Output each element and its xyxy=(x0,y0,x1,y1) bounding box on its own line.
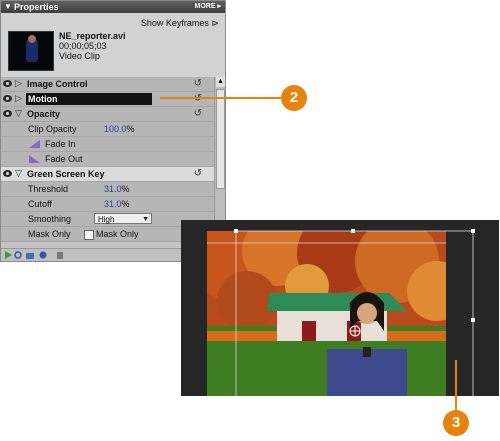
folder-icon[interactable] xyxy=(26,251,34,259)
clip-thumbnail xyxy=(8,31,54,71)
clip-opacity-value[interactable]: 100.0% xyxy=(104,124,135,134)
reset-icon[interactable]: ↺ xyxy=(194,168,202,179)
effect-label: Opacity xyxy=(27,109,61,119)
visibility-eye-icon[interactable] xyxy=(3,170,12,177)
param-label: Clip Opacity xyxy=(28,124,77,134)
expand-triangle-icon[interactable]: ▷ xyxy=(15,93,22,104)
reset-all-icon[interactable] xyxy=(39,251,47,259)
fade-in-button[interactable]: Fade In xyxy=(1,137,214,152)
threshold-value[interactable]: 31.0% xyxy=(104,184,130,194)
effect-label: Green Screen Key xyxy=(27,169,105,179)
param-label: Mask Only xyxy=(28,229,71,239)
clip-timecode: 00;00;05;03 xyxy=(59,41,107,51)
chevron-right-icon: ⊳ xyxy=(211,18,219,28)
effect-label: Image Control xyxy=(27,79,88,89)
callout-line-3 xyxy=(455,360,457,412)
loop-icon[interactable] xyxy=(14,251,22,259)
clip-info: NE_reporter.avi 00;00;05;03 Video Clip xyxy=(59,31,126,61)
effect-row-motion[interactable]: ▷ Motion ↺ xyxy=(1,92,214,107)
fade-out-label: Fade Out xyxy=(45,154,83,164)
trash-icon[interactable] xyxy=(56,251,64,259)
reset-icon[interactable]: ↺ xyxy=(194,78,202,89)
effect-row-image-control[interactable]: ▷ Image Control ↺ xyxy=(1,77,214,92)
reset-icon[interactable]: ↺ xyxy=(194,108,202,119)
smoothing-dropdown[interactable]: High ▼ xyxy=(94,213,152,224)
fade-out-icon xyxy=(29,155,40,163)
clip-header: Show Keyframes ⊳ NE_reporter.avi 00;00;0… xyxy=(1,13,225,77)
visibility-eye-icon[interactable] xyxy=(3,95,12,102)
scroll-up-arrow-icon[interactable]: ▲ xyxy=(216,77,225,87)
more-button[interactable]: MORE ▸ xyxy=(195,1,221,13)
fade-in-label: Fade In xyxy=(45,139,76,149)
visibility-eye-icon[interactable] xyxy=(3,80,12,87)
fade-in-icon xyxy=(29,140,40,148)
fade-out-button[interactable]: Fade Out xyxy=(1,152,214,167)
effects-list: ▷ Image Control ↺ ▷ Motion ↺ ▽ Opacity ↺… xyxy=(1,77,214,242)
param-label: Threshold xyxy=(28,184,69,194)
chevron-down-icon: ▼ xyxy=(142,216,149,223)
effect-label-selected: Motion xyxy=(26,93,152,105)
collapse-triangle-icon[interactable]: ▽ xyxy=(15,108,22,119)
param-label: Cutoff xyxy=(28,199,52,209)
panel-titlebar: ▼ Properties MORE ▸ xyxy=(1,1,225,13)
scrollbar-thumb[interactable] xyxy=(216,89,225,189)
callout-line-2 xyxy=(160,97,281,99)
callout-badge-2: 2 xyxy=(281,85,307,111)
bounding-box-handles[interactable] xyxy=(181,220,499,396)
collapse-triangle-icon[interactable]: ▽ xyxy=(15,168,22,179)
clip-opacity-row: Clip Opacity 100.0% xyxy=(1,122,214,137)
play-icon[interactable] xyxy=(4,251,12,259)
callout-badge-3: 3 xyxy=(443,410,469,436)
monitor-preview xyxy=(181,220,499,396)
show-keyframes-button[interactable]: Show Keyframes ⊳ xyxy=(141,18,219,29)
collapse-triangle-icon[interactable]: ▼ xyxy=(4,2,12,11)
cutoff-value[interactable]: 31.0% xyxy=(104,199,130,209)
param-label: Smoothing xyxy=(28,214,72,224)
clip-type: Video Clip xyxy=(59,51,100,61)
cutoff-row: Cutoff 31.0% xyxy=(1,197,214,212)
visibility-eye-icon[interactable] xyxy=(3,110,12,117)
expand-triangle-icon[interactable]: ▷ xyxy=(15,78,22,89)
clip-name: NE_reporter.avi xyxy=(59,31,126,41)
mask-only-checkbox[interactable] xyxy=(84,230,94,240)
threshold-row: Threshold 31.0% xyxy=(1,182,214,197)
effect-row-opacity[interactable]: ▽ Opacity ↺ xyxy=(1,107,214,122)
panel-title: Properties xyxy=(14,2,59,12)
checkbox-label: Mask Only xyxy=(96,229,139,239)
effect-row-green-screen-key[interactable]: ▽ Green Screen Key ↺ xyxy=(1,167,214,182)
